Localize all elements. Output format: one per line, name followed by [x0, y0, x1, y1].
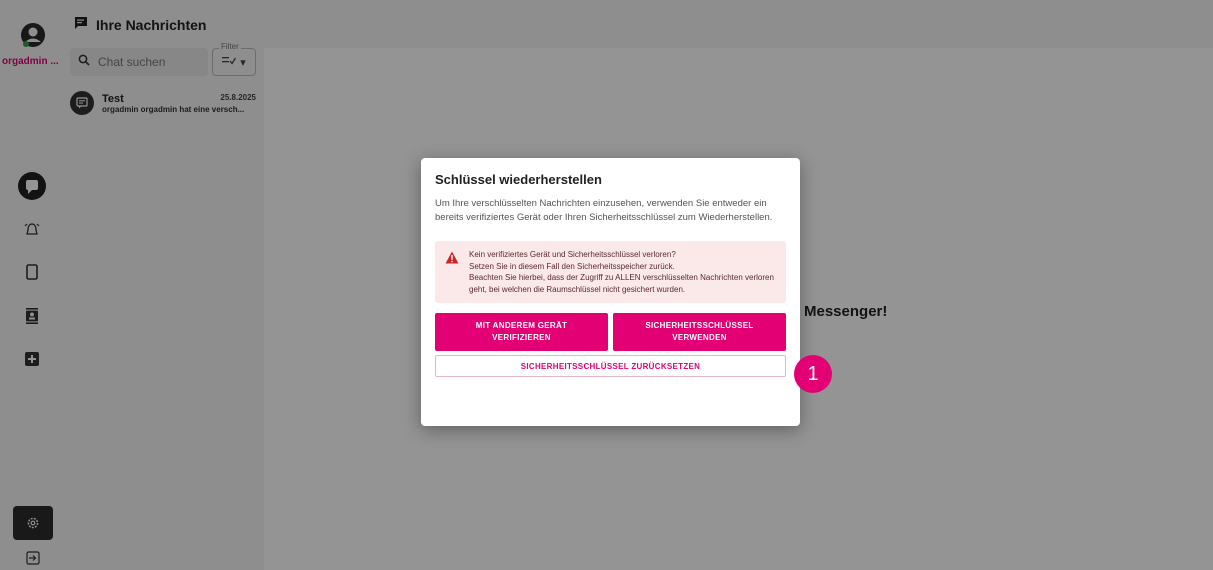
- button-label-line: VERWENDEN: [672, 333, 727, 342]
- alert-line: Setzen Sie in diesem Fall den Sicherheit…: [469, 261, 675, 271]
- dialog-title: Schlüssel wiederherstellen: [435, 172, 602, 187]
- button-label-line: SICHERHEITSSCHLÜSSEL: [645, 321, 754, 330]
- dialog-body: Um Ihre verschlüsselten Nachrichten einz…: [435, 198, 773, 223]
- restore-key-dialog: Schlüssel wiederherstellen Um Ihre versc…: [421, 158, 800, 426]
- warning-icon: [445, 251, 459, 264]
- warning-alert: Kein verifiziertes Gerät und Sicherheits…: [435, 241, 786, 303]
- button-label-line: VERIFIZIEREN: [492, 333, 551, 342]
- reset-security-key-button[interactable]: SICHERHEITSSCHLÜSSEL ZURÜCKSETZEN: [435, 355, 786, 377]
- alert-line: Beachten Sie hierbei, dass der Zugriff z…: [469, 273, 774, 294]
- button-label-line: MIT ANDEREM GERÄT: [475, 321, 568, 330]
- use-security-key-button[interactable]: SICHERHEITSSCHLÜSSEL VERWENDEN: [613, 313, 786, 351]
- verify-other-device-button[interactable]: MIT ANDEREM GERÄT VERIFIZIEREN: [435, 313, 608, 351]
- alert-line: Kein verifiziertes Gerät und Sicherheits…: [469, 250, 676, 259]
- step-badge: 1: [794, 355, 832, 393]
